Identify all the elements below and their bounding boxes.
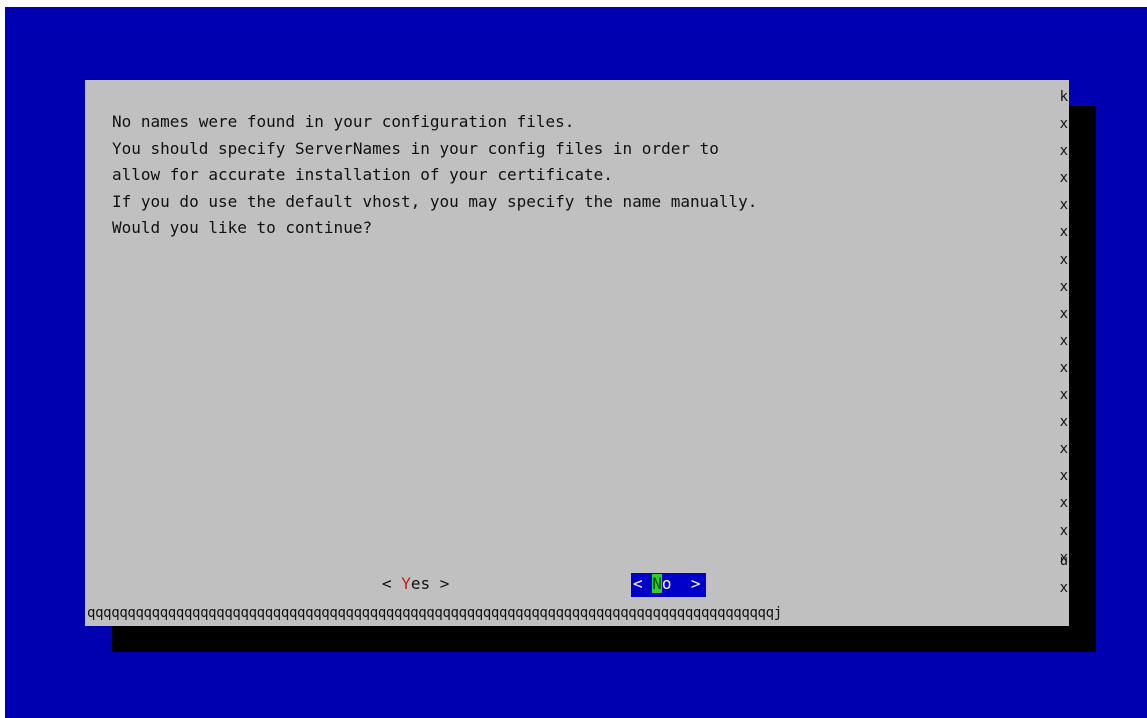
message-line-2: You should specify ServerNames in your c… xyxy=(112,138,719,158)
dialog-message: No names were found in your configuratio… xyxy=(112,109,757,242)
dialog-bottom-border: qqqqqqqqqqqqqqqqqqqqqqqqqqqqqqqqqqqqqqqq… xyxy=(87,605,782,621)
border-edge-right: x xyxy=(1059,224,1068,241)
border-edge-right: x xyxy=(1059,305,1068,322)
border-tee-right: u xyxy=(1059,553,1068,569)
yes-button-hotkey: Y xyxy=(401,574,411,593)
no-button[interactable]: < No > xyxy=(631,573,707,597)
confirmation-dialog: No names were found in your configuratio… xyxy=(85,80,1069,626)
border-edge-right: x xyxy=(1059,251,1068,268)
border-edge-right: x xyxy=(1059,441,1068,458)
message-line-3: allow for accurate installation of your … xyxy=(112,165,613,184)
yes-button-open: < xyxy=(382,574,402,593)
border-edge-right: x xyxy=(1059,522,1068,539)
yes-button-close: > xyxy=(430,574,450,593)
message-line-4: If you do use the default vhost, you may… xyxy=(112,191,758,211)
border-edge-right: x xyxy=(1059,414,1068,431)
no-button-close: > xyxy=(671,574,701,593)
border-edge-right: x xyxy=(1059,197,1068,214)
message-line-1: No names were found in your configuratio… xyxy=(112,112,575,131)
border-edge-right: x xyxy=(1059,468,1068,485)
border-edge-right: x xyxy=(1059,387,1068,403)
no-button-open: < xyxy=(633,574,653,593)
border-corner-top-right: k xyxy=(1059,89,1068,105)
border-edge-right: x xyxy=(1059,116,1068,132)
border-edge-right: x xyxy=(1059,332,1068,349)
dialog-right-border: kxxxxxxxxxxxxxxxxxux xyxy=(1055,80,1069,600)
border-edge-right: x xyxy=(1059,278,1068,295)
border-edge-right: x xyxy=(1059,495,1068,512)
message-line-5: Would you like to continue? xyxy=(112,218,373,237)
terminal-screen: No names were found in your configuratio… xyxy=(5,7,1147,718)
border-edge-right: x xyxy=(1059,580,1068,596)
no-button-hotkey: N xyxy=(652,574,662,593)
border-edge-right: x xyxy=(1059,143,1068,160)
yes-button[interactable]: < Yes > xyxy=(382,573,449,595)
border-edge-right: x xyxy=(1059,170,1068,187)
no-button-label-rest: o xyxy=(661,574,672,593)
border-edge-right: x xyxy=(1059,359,1068,376)
yes-button-label-rest: es xyxy=(410,574,431,593)
